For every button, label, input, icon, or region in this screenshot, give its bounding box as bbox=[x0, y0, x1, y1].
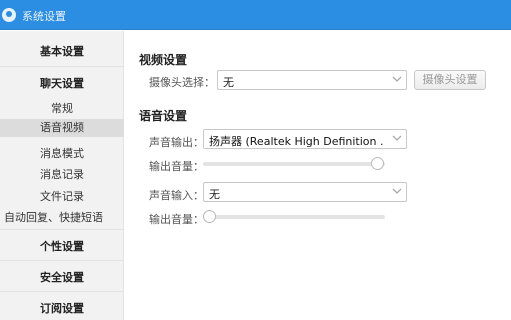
output-volume-slider[interactable] bbox=[203, 162, 385, 166]
audio-input-select[interactable]: 无 bbox=[203, 182, 407, 202]
sidebar-item-auto-reply[interactable]: 自动回复、快捷短语 bbox=[0, 209, 124, 225]
settings-sidebar: 基本设置 聊天设置 常规 语音视频 消息模式 消息记录 文件记录 自动回复、快捷… bbox=[0, 31, 124, 320]
input-volume-slider-thumb[interactable] bbox=[203, 210, 216, 223]
output-volume-slider-thumb[interactable] bbox=[371, 157, 384, 170]
input-volume-slider[interactable] bbox=[203, 215, 385, 219]
output-volume-label: 输出音量： bbox=[149, 160, 204, 173]
sidebar-item-voice-video[interactable]: 语音视频 bbox=[0, 119, 124, 137]
sidebar-item-file-history[interactable]: 文件记录 bbox=[0, 188, 124, 204]
sidebar-item-security-settings[interactable]: 安全设置 bbox=[0, 269, 124, 285]
chevron-down-icon bbox=[388, 71, 406, 89]
title-bar: 系统设置 bbox=[0, 0, 511, 30]
camera-select-label: 摄像头选择： bbox=[149, 76, 215, 89]
sidebar-item-subscription-settings[interactable]: 订阅设置 bbox=[0, 300, 124, 316]
sidebar-item-general[interactable]: 常规 bbox=[0, 100, 124, 116]
sidebar-divider bbox=[0, 66, 124, 67]
sidebar-item-message-mode[interactable]: 消息模式 bbox=[0, 145, 124, 161]
settings-panel: 视频设置 摄像头选择： 无 摄像头设置 语音设置 声音输出： 扬声器 (Real… bbox=[125, 31, 511, 320]
audio-output-select[interactable]: 扬声器 (Realtek High Definition . bbox=[203, 129, 407, 149]
camera-settings-button[interactable]: 摄像头设置 bbox=[414, 70, 486, 90]
chevron-down-icon bbox=[388, 130, 406, 148]
audio-output-label: 声音输出： bbox=[149, 136, 204, 149]
input-volume-label: 输出音量： bbox=[149, 213, 204, 226]
audio-output-select-value: 扬声器 (Realtek High Definition . bbox=[209, 135, 384, 148]
sidebar-item-message-history[interactable]: 消息记录 bbox=[0, 166, 124, 182]
camera-select[interactable]: 无 bbox=[217, 70, 407, 90]
camera-select-value: 无 bbox=[223, 76, 234, 89]
sidebar-divider bbox=[0, 229, 124, 230]
sidebar-divider bbox=[0, 260, 124, 261]
sidebar-divider bbox=[0, 291, 124, 292]
window-title: 系统设置 bbox=[22, 10, 66, 23]
audio-section-title: 语音设置 bbox=[139, 109, 188, 123]
sidebar-item-personal-settings[interactable]: 个性设置 bbox=[0, 238, 124, 254]
audio-input-label: 声音输入： bbox=[149, 189, 204, 202]
sidebar-item-chat-settings[interactable]: 聊天设置 bbox=[0, 75, 124, 91]
video-section-title: 视频设置 bbox=[139, 53, 188, 67]
app-logo-icon bbox=[2, 8, 16, 22]
chevron-down-icon bbox=[388, 183, 406, 201]
sidebar-item-basic-settings[interactable]: 基本设置 bbox=[0, 43, 124, 59]
audio-input-select-value: 无 bbox=[209, 188, 220, 201]
